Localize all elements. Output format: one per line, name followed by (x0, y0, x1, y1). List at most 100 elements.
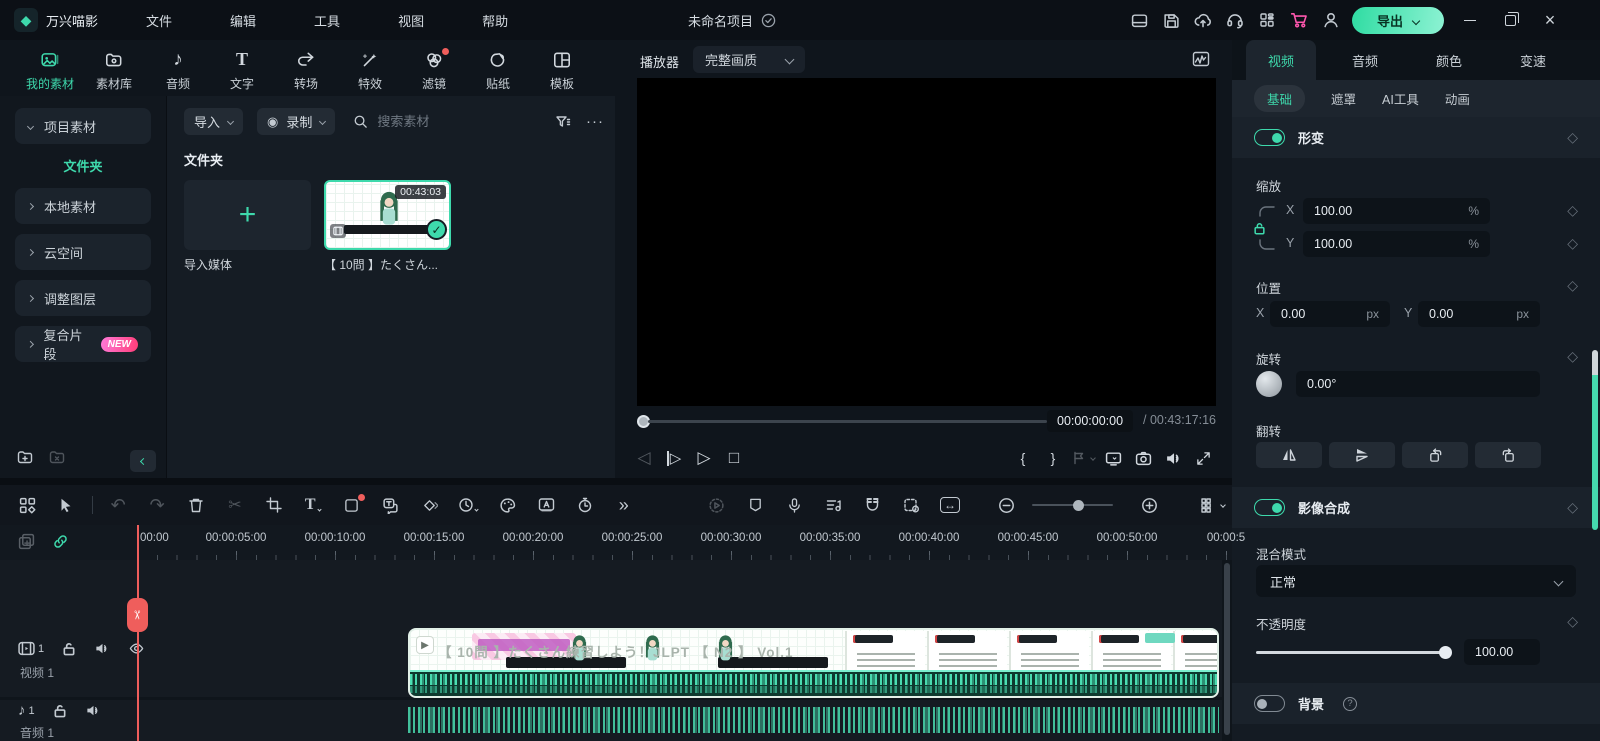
player-seekbar[interactable] (637, 414, 1047, 428)
stop-button[interactable]: □ (719, 444, 749, 472)
maximize-button[interactable] (1495, 5, 1525, 35)
collapse-sidebar-button[interactable] (130, 450, 156, 472)
rotate-cw-button[interactable] (1402, 442, 1468, 468)
marker-button[interactable] (1068, 444, 1098, 472)
menu-item[interactable]: 帮助 (482, 11, 508, 30)
properties-subtab[interactable]: AI工具 (1382, 89, 1419, 108)
snapshot-camera-button[interactable] (1128, 444, 1158, 472)
flip-vertical-button[interactable] (1329, 442, 1395, 468)
opacity-slider[interactable] (1256, 645, 1452, 659)
properties-scrollbar[interactable] (1592, 350, 1598, 530)
cloud-upload-icon[interactable] (1188, 5, 1218, 35)
properties-tab[interactable]: 音频 (1330, 40, 1400, 80)
keyframe-icon[interactable]: ◇ (1567, 202, 1578, 219)
play-button[interactable]: ▷ (689, 444, 719, 472)
compositing-toggle[interactable] (1254, 499, 1285, 516)
previous-frame-button[interactable]: ◁ (629, 444, 659, 472)
search-input[interactable] (377, 114, 507, 129)
mute-speaker-button[interactable] (1158, 444, 1188, 472)
keyframe-icon[interactable]: ◇ (1567, 499, 1578, 516)
sidebar-item[interactable]: 云空间 (15, 234, 151, 270)
opacity-slider-handle[interactable] (1439, 646, 1452, 659)
keyframe-icon[interactable]: ◇ (1567, 235, 1578, 252)
panel-layout-icon[interactable] (1124, 5, 1154, 35)
tab-my-media[interactable]: 我的素材 (18, 40, 82, 96)
filter-icon[interactable] (554, 113, 572, 131)
magnetic-timeline-icon[interactable] (853, 490, 892, 520)
support-headset-icon[interactable] (1220, 5, 1250, 35)
background-toggle[interactable] (1254, 695, 1285, 712)
minimize-button[interactable] (1455, 5, 1485, 35)
timer-icon[interactable] (565, 490, 604, 520)
import-button[interactable]: 导入 (184, 108, 243, 135)
sidebar-item[interactable]: 调整图层 (15, 280, 151, 316)
tab-stickers[interactable]: 贴纸 (466, 40, 530, 96)
keyframe-icon[interactable]: ◇ (1567, 277, 1578, 294)
audio-mixer-icon[interactable] (814, 490, 853, 520)
menu-item[interactable]: 工具 (314, 11, 340, 30)
timeline-ruler[interactable]: 00:0000:00:05:0000:00:10:0000:00:15:0000… (0, 525, 1232, 560)
scale-x-field[interactable]: 100.00% (1303, 198, 1490, 224)
rotation-dial[interactable] (1256, 371, 1282, 397)
playhead-handle[interactable]: ✂ (127, 598, 148, 632)
crop-icon[interactable] (254, 490, 293, 520)
auto-caption-icon[interactable] (527, 490, 566, 520)
save-icon[interactable] (1156, 5, 1186, 35)
media-overview-icon[interactable] (8, 490, 47, 520)
position-x-field[interactable]: 0.00px (1270, 301, 1390, 327)
apps-grid-icon[interactable] (1252, 5, 1282, 35)
import-media-tile[interactable]: + (184, 180, 311, 250)
zoom-out-icon[interactable] (987, 490, 1026, 520)
new-folder-icon[interactable] (16, 448, 34, 466)
timeline-zoom-slider[interactable] (1032, 499, 1124, 511)
text-tool-icon[interactable]: T (293, 490, 332, 520)
track-lock-icon[interactable] (53, 704, 67, 718)
tab-text[interactable]: T 文字 (210, 40, 274, 96)
timeline-audio-clip[interactable] (408, 703, 1219, 741)
undo-icon[interactable]: ↶ (99, 490, 138, 520)
help-icon[interactable]: ? (1343, 697, 1357, 711)
sidebar-item[interactable]: 复合片段 NEW (15, 326, 151, 362)
keyframe-icon[interactable]: ◇ (1567, 613, 1578, 630)
export-button[interactable]: 导出 (1352, 7, 1444, 34)
rotate-field[interactable]: 0.00° (1296, 371, 1540, 397)
track-mute-icon[interactable] (94, 641, 110, 656)
rotate-ccw-button[interactable] (1475, 442, 1541, 468)
tab-audio[interactable]: ♪ 音频 (146, 40, 210, 96)
flip-horizontal-button[interactable] (1256, 442, 1322, 468)
keyframe-edit-icon[interactable] (410, 490, 449, 520)
select-tool-icon[interactable] (47, 490, 86, 520)
zoom-in-icon[interactable] (1130, 490, 1169, 520)
menu-item[interactable]: 编辑 (230, 11, 256, 30)
redo-icon[interactable]: ↷ (138, 490, 177, 520)
delete-icon[interactable] (177, 490, 216, 520)
more-tools-icon[interactable]: » (604, 490, 643, 520)
zoom-slider-handle[interactable] (1073, 500, 1084, 511)
video-preview[interactable] (637, 78, 1216, 406)
properties-tab[interactable]: 视频 (1246, 40, 1316, 80)
track-lock-icon[interactable] (62, 642, 76, 656)
position-y-field[interactable]: 0.00px (1418, 301, 1540, 327)
tab-stock-media[interactable]: 素材库 (82, 40, 146, 96)
sidebar-item[interactable]: 本地素材 (15, 188, 151, 224)
keyframe-icon[interactable]: ◇ (1567, 129, 1578, 146)
more-options-icon[interactable]: ··· (586, 113, 604, 130)
store-cart-icon[interactable] (1284, 5, 1314, 35)
step-forward-button[interactable]: ▷ (659, 444, 689, 472)
mirror-display-button[interactable] (1098, 444, 1128, 472)
keyframe-icon[interactable]: ◇ (1567, 348, 1578, 365)
mark-in-button[interactable]: { (1008, 444, 1038, 472)
render-preview-toggle-icon[interactable] (697, 490, 736, 520)
sidebar-item[interactable]: 文件夹 (15, 154, 151, 176)
menu-item[interactable]: 文件 (146, 11, 172, 30)
mark-out-button[interactable]: } (1038, 444, 1068, 472)
link-clips-icon[interactable] (52, 533, 69, 550)
timeline-vertical-scrollbar[interactable] (1224, 563, 1230, 735)
marker-flag-icon[interactable] (736, 490, 775, 520)
fullscreen-button[interactable] (1188, 444, 1218, 472)
scale-y-field[interactable]: 100.00% (1303, 231, 1490, 257)
menu-item[interactable]: 视图 (398, 11, 424, 30)
sidebar-item[interactable]: 项目素材 (15, 108, 151, 144)
properties-tab[interactable]: 颜色 (1414, 40, 1484, 80)
delete-folder-icon[interactable] (48, 448, 66, 466)
